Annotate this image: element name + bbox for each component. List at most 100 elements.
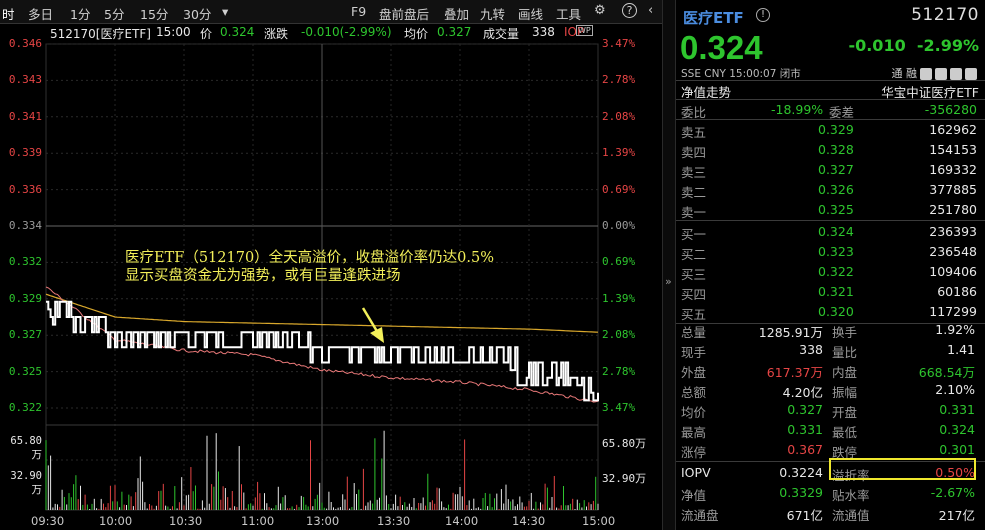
asks-row[interactable]: 卖二 0.326 377885 [676, 180, 985, 200]
stats-row: 现手 338 量比 1.41 [676, 340, 985, 360]
bids-label: 买一 [681, 227, 707, 242]
premium-highlight-box [829, 458, 976, 480]
stat-value: 1285.91万 [758, 325, 823, 340]
stat-value: 617.37万 [766, 365, 823, 380]
stats-row: 总额 4.20亿 振幅 2.10% [676, 380, 985, 400]
edit-icon[interactable] [920, 68, 932, 80]
stat-label: 均价 [681, 405, 707, 420]
asks-price: 0.327 [818, 162, 854, 177]
info-icon[interactable]: ! [756, 8, 770, 22]
asks-price: 0.325 [818, 202, 854, 217]
stats-row: 涨停 0.367 跌停 0.301 [676, 440, 985, 460]
stat-label: 量比 [832, 345, 858, 360]
bids-row[interactable]: 买四 0.321 60186 [676, 282, 985, 302]
bids-price: 0.324 [818, 224, 854, 239]
stat-value: 671亿 [786, 508, 823, 523]
stat-label: 流通盘 [681, 508, 719, 523]
stat-label: 开盘 [832, 405, 858, 420]
stat-value: -2.67% [930, 485, 975, 500]
asks-row[interactable]: 卖五 0.329 162962 [676, 120, 985, 140]
bids-row[interactable]: 买二 0.323 236548 [676, 242, 985, 262]
stat-value: 1.41 [947, 342, 975, 357]
asks-row[interactable]: 卖四 0.328 154153 [676, 140, 985, 160]
bids-price: 0.320 [818, 304, 854, 319]
bids-price: 0.321 [818, 284, 854, 299]
bids-row[interactable]: 买一 0.324 236393 [676, 222, 985, 242]
annotation-line-1: 医疗ETF（512170）全天高溢价，收盘溢价率仍达0.5% [125, 250, 495, 266]
asks-label: 卖五 [681, 125, 707, 140]
stat-label: 净值 [681, 488, 707, 503]
bids-row[interactable]: 买五 0.320 117299 [676, 302, 985, 322]
bids-row[interactable]: 买三 0.322 109406 [676, 262, 985, 282]
bids-volume: 60186 [937, 284, 977, 299]
weibi-value: -18.99% [771, 102, 824, 117]
stats-row: 最高 0.331 最低 0.324 [676, 420, 985, 440]
asks-row[interactable]: 卖一 0.325 251780 [676, 200, 985, 220]
pen-icon[interactable] [935, 68, 947, 80]
stat-value: 0.331 [787, 422, 823, 437]
stats-row: 净值 0.3329 贴水率 -2.67% [676, 483, 985, 503]
annotation-text: 医疗ETF（512170）全天高溢价，收盘溢价率仍达0.5% 显示买盘资金尤为强… [125, 249, 494, 285]
bids-label: 买三 [681, 267, 707, 282]
stat-label: 总额 [681, 385, 707, 400]
panel-meta: SSE CNY 15:00:07 闭市 [681, 68, 801, 80]
stat-label: 涨停 [681, 445, 707, 460]
stat-value: 2.10% [935, 382, 975, 397]
stat-value: 0.367 [787, 442, 823, 457]
quote-panel: 医疗ETF ! 512170 0.324 -0.010 -2.99% SSE C… [676, 0, 985, 530]
expand-icon[interactable]: » [665, 275, 672, 288]
stat-label: 流通值 [832, 508, 870, 523]
weicha-value: -356280 [924, 102, 977, 117]
bids-volume: 109406 [929, 264, 977, 279]
stat-label: 最高 [681, 425, 707, 440]
bids-volume: 117299 [929, 304, 977, 319]
stat-value: 4.20亿 [782, 385, 823, 400]
stats-row: 外盘 617.37万 内盘 668.54万 [676, 360, 985, 380]
asks-volume: 377885 [929, 182, 977, 197]
stat-label: 外盘 [681, 365, 707, 380]
bids-volume: 236548 [929, 244, 977, 259]
stat-value: 0.3224 [779, 465, 823, 480]
bids-label: 买四 [681, 287, 707, 302]
panel-code: 512170 [911, 5, 979, 25]
stat-label: 换手 [832, 325, 858, 340]
app-window: 时多日 1分 5分 15分 30分 F9 盘前盘后 叠加 九转 画线 工具 ▾ ⚙? ‹ 512170[医… [0, 0, 985, 530]
stat-value: 0.331 [939, 402, 975, 417]
more-icon[interactable] [965, 68, 977, 80]
stat-label: 贴水率 [832, 488, 870, 503]
stat-value: 0.3329 [779, 485, 823, 500]
stat-label: IOPV [681, 465, 711, 480]
mini-label: 通 融 [891, 67, 918, 80]
panel-change-pct: -2.99% [916, 36, 979, 55]
panel-toggle-handle[interactable]: » [662, 0, 676, 530]
asks-volume: 251780 [929, 202, 977, 217]
asks-label: 卖一 [681, 205, 707, 220]
stat-value: 0.324 [939, 422, 975, 437]
weibi-row: 委比 -18.99% 委差 -356280 [676, 100, 985, 120]
asks-price: 0.329 [818, 122, 854, 137]
asks-volume: 169332 [929, 162, 977, 177]
panel-change: -0.010 -2.99% [848, 36, 979, 55]
bids-price: 0.322 [818, 264, 854, 279]
nav-row[interactable]: 净值走势 华宝中证医疗ETF [676, 80, 985, 100]
stat-value: 668.54万 [918, 365, 975, 380]
bids-label: 买二 [681, 247, 707, 262]
panel-title: 医疗ETF [683, 9, 744, 27]
stats-row: 总量 1285.91万 换手 1.92% [676, 320, 985, 340]
stats-row: 均价 0.327 开盘 0.331 [676, 400, 985, 420]
stat-value: 217亿 [938, 508, 975, 523]
asks-label: 卖二 [681, 185, 707, 200]
stat-label: 振幅 [832, 385, 858, 400]
bell-icon[interactable] [950, 68, 962, 80]
asks-volume: 162962 [929, 122, 977, 137]
asks-volume: 154153 [929, 142, 977, 157]
stat-label: 现手 [681, 345, 707, 360]
stat-label: 内盘 [832, 365, 858, 380]
stat-label: 最低 [832, 425, 858, 440]
stat-value: 0.301 [939, 442, 975, 457]
stat-value: 0.327 [787, 402, 823, 417]
asks-price: 0.326 [818, 182, 854, 197]
bids-volume: 236393 [929, 224, 977, 239]
stat-value: 338 [799, 342, 823, 357]
asks-row[interactable]: 卖三 0.327 169332 [676, 160, 985, 180]
